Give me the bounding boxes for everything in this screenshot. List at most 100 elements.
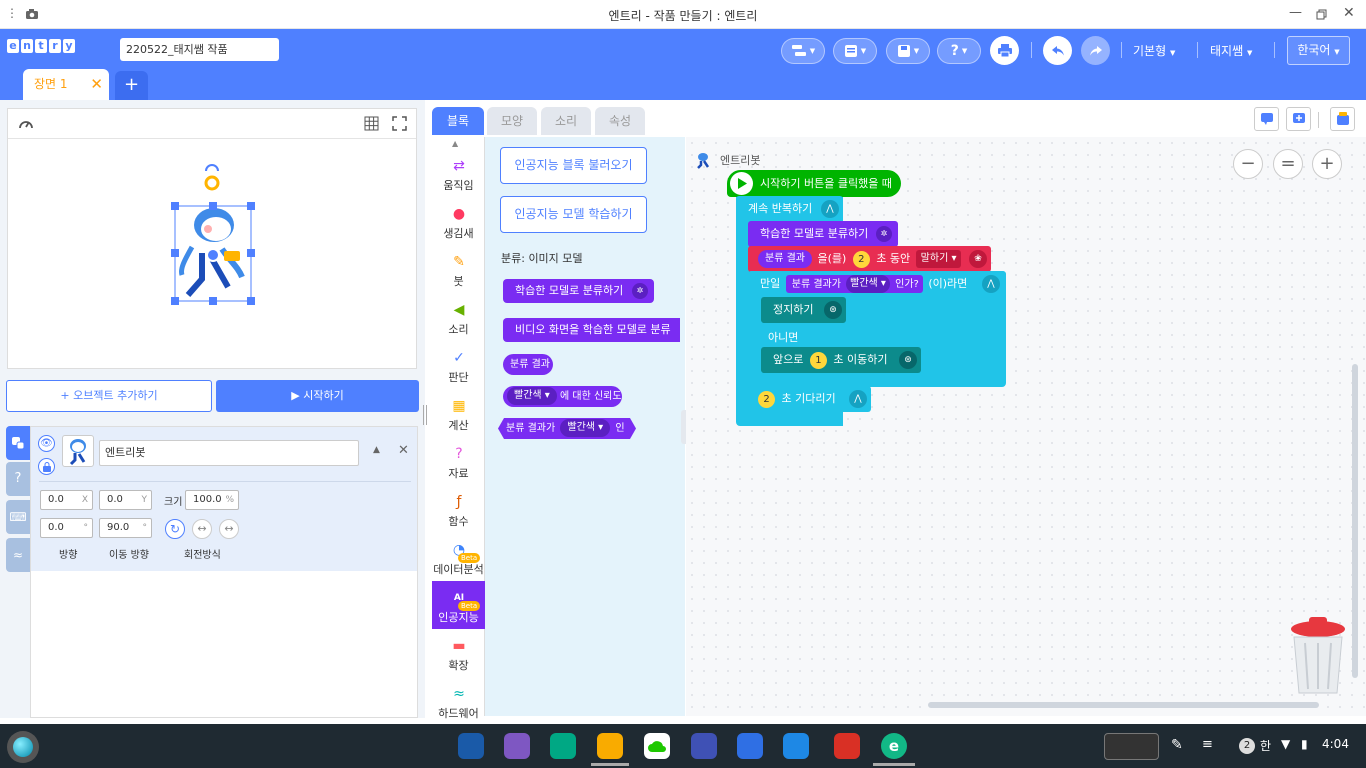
app-icon-bag[interactable]	[504, 733, 530, 759]
category-5[interactable]: ▦ 계산	[432, 389, 485, 437]
repeat-forever-block[interactable]: 계속 반복하기 ⋀	[736, 196, 843, 222]
speedometer-icon[interactable]	[18, 116, 34, 130]
wifi-icon[interactable]: ▼	[1281, 737, 1290, 751]
color-dropdown[interactable]: 빨간색 ▾	[507, 387, 557, 405]
delete-object-icon[interactable]: ✕	[398, 443, 409, 458]
category-2[interactable]: ✎ 붓	[432, 245, 485, 293]
project-menu-button[interactable]: ▼	[781, 38, 825, 64]
backpack-button[interactable]	[1330, 107, 1355, 131]
app-icon-book[interactable]	[783, 733, 809, 759]
file-menu-button[interactable]: ▼	[833, 38, 877, 64]
palette-block-confidence[interactable]: 빨간색 ▾ 에 대한 신뢰도	[503, 386, 622, 407]
say-block[interactable]: 분류 결과 을(를) 2 초 동안 말하기 ▾ ❀	[748, 246, 991, 272]
project-name-input[interactable]: 220522_태지쌤 작품	[120, 38, 279, 61]
visibility-icon[interactable]: 👁	[38, 435, 55, 452]
app-icon-files[interactable]	[597, 733, 623, 759]
category-9[interactable]: AI 인공지능 Beta	[432, 581, 485, 629]
redo-button[interactable]	[1081, 36, 1110, 65]
notification-count[interactable]: 2	[1239, 738, 1255, 754]
palette-block-result[interactable]: 분류 결과	[503, 354, 553, 375]
classify-block[interactable]: 학습한 모델로 분류하기 ✲	[748, 221, 898, 247]
app-icon-whiteboard[interactable]	[737, 733, 763, 759]
horizontal-scrollbar[interactable]	[928, 702, 1319, 708]
app-icon-cloud[interactable]	[644, 733, 670, 759]
help-menu-button[interactable]: ? ▼	[937, 38, 981, 64]
help-tab[interactable]: ?	[6, 462, 30, 496]
lock-icon[interactable]	[38, 458, 55, 475]
keyboard-tab[interactable]: ⌨	[6, 500, 30, 534]
stage[interactable]	[7, 108, 417, 369]
language-dropdown[interactable]: 한국어 ▼	[1287, 36, 1350, 65]
zoom-out-button[interactable]: −	[1233, 149, 1263, 179]
tab-blocks[interactable]: 블록	[432, 107, 484, 135]
move-forward-block[interactable]: 앞으로 1 초 이동하기 ⊛	[761, 347, 921, 373]
stop-block[interactable]: 정지하기 ⊛	[761, 297, 846, 323]
print-button[interactable]	[990, 36, 1019, 65]
y-position-field[interactable]: 0.0 Y	[99, 490, 152, 510]
x-position-field[interactable]: 0.0 X	[40, 490, 93, 510]
tab-sounds[interactable]: 소리	[541, 107, 591, 135]
add-object-button[interactable]: + 오브젝트 추가하기	[6, 380, 212, 412]
category-10[interactable]: ▬ 확장	[432, 629, 485, 677]
if-else-block[interactable]: 만일 분류 결과가 빨간색 ▾ 인가? (이)라면 ⋀	[748, 271, 1006, 297]
stylus-icon[interactable]: ✎	[1171, 737, 1183, 753]
object-tab[interactable]	[6, 426, 30, 460]
condition-block[interactable]: 분류 결과가 빨간색 ▾ 인가?	[785, 275, 923, 293]
category-11[interactable]: ≈ 하드웨어	[432, 677, 485, 725]
direction-field[interactable]: 0.0 °	[40, 518, 93, 538]
load-ai-blocks-button[interactable]: 인공지능 블록 불러오기	[500, 147, 647, 184]
battery-icon[interactable]: ▮	[1301, 737, 1308, 751]
mode-dropdown[interactable]: 기본형 ▼	[1133, 42, 1175, 59]
user-dropdown[interactable]: 태지쌤 ▼	[1210, 42, 1252, 59]
category-7[interactable]: ƒ 함수	[432, 485, 485, 533]
result-chip[interactable]: 분류 결과	[758, 250, 812, 268]
media-icon[interactable]: ≡	[1202, 737, 1213, 752]
start-button[interactable]: ▶ 시작하기	[216, 380, 419, 412]
color-dropdown[interactable]: 빨간색 ▾	[846, 275, 890, 293]
tray-holding-space[interactable]	[1104, 733, 1159, 760]
zoom-in-button[interactable]: +	[1312, 149, 1342, 179]
category-0[interactable]: ⇄ 움직임	[432, 149, 485, 197]
entrybot-sprite[interactable]	[168, 163, 260, 309]
zoom-reset-button[interactable]: =	[1273, 149, 1303, 179]
fullscreen-icon[interactable]	[392, 116, 407, 131]
move-direction-field[interactable]: 90.0 °	[99, 518, 152, 538]
category-4[interactable]: ✓ 판단	[432, 341, 485, 389]
palette-block-classify[interactable]: 학습한 모델로 분류하기 ✲	[503, 279, 654, 303]
category-8[interactable]: ◔ 데이터분석 Beta	[432, 533, 485, 581]
launcher-button[interactable]	[7, 731, 39, 763]
entry-logo[interactable]: e n t r y	[7, 39, 75, 53]
collapse-icon[interactable]: ▲	[373, 445, 380, 455]
palette-block-result-is[interactable]: 분류 결과가 빨간색 ▾ 인가?	[498, 418, 636, 439]
category-1[interactable]: ● 생김새	[432, 197, 485, 245]
close-window-icon[interactable]: ✕	[1343, 5, 1355, 21]
palette-block-video-classify[interactable]: 비디오 화면을 학습한 모델로 분류	[503, 318, 680, 342]
add-comment-button[interactable]	[1286, 107, 1311, 131]
grid-icon[interactable]	[364, 116, 379, 131]
vertical-scrollbar[interactable]	[1352, 364, 1358, 678]
rotate-horizontal-icon[interactable]: ↔	[192, 519, 212, 539]
trash-icon[interactable]	[1287, 615, 1349, 697]
scroll-up-icon[interactable]: ▲	[452, 139, 458, 148]
app-icon-meet[interactable]	[550, 733, 576, 759]
restore-icon[interactable]	[1316, 9, 1328, 20]
category-6[interactable]: ? 자료	[432, 437, 485, 485]
number-input[interactable]: 2	[758, 390, 775, 408]
minimize-icon[interactable]: —	[1289, 5, 1302, 20]
tab-properties[interactable]: 속성	[595, 107, 645, 135]
clock[interactable]: 4:04	[1322, 737, 1349, 751]
app-icon-bird[interactable]	[458, 733, 484, 759]
app-icon-entry[interactable]: e	[881, 733, 907, 759]
object-list-item[interactable]: 👁 엔트리봇 ▲ ✕ 0.0 X 0.0 Y 크기 100.0% 0.0 ° 90.0…	[31, 427, 417, 571]
object-name-input[interactable]: 엔트리봇	[99, 440, 359, 466]
wait-block[interactable]: 2 초 기다리기 ⋀	[748, 386, 871, 412]
panel-resize-handle[interactable]	[423, 405, 427, 425]
comment-button[interactable]	[1254, 107, 1279, 131]
scene-tab[interactable]: 장면 1 ✕	[23, 69, 109, 100]
say-mode-dropdown[interactable]: 말하기 ▾	[915, 250, 962, 268]
number-input[interactable]: 1	[809, 351, 827, 369]
undo-button[interactable]	[1043, 36, 1072, 65]
number-input[interactable]: 2	[852, 250, 870, 268]
app-icon-classroom[interactable]	[691, 733, 717, 759]
ime-indicator[interactable]: 한	[1260, 737, 1271, 754]
